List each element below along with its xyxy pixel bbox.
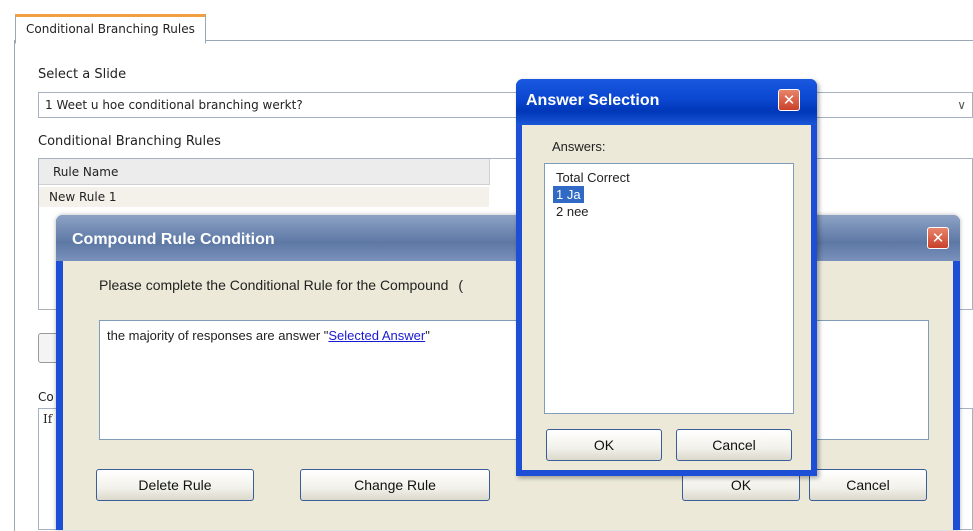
- compound-prompt-text: Please complete the Conditional Rule for…: [99, 277, 449, 293]
- condition-text: If: [43, 412, 53, 426]
- selected-slide-value: 1 Weet u hoe conditional branching werkt…: [45, 98, 303, 112]
- answer-dialog-title: Answer Selection: [526, 92, 660, 109]
- delete-rule-button[interactable]: Delete Rule: [96, 469, 254, 501]
- answers-listbox[interactable]: Total Correct 1 Ja 2 nee: [544, 163, 794, 414]
- condition-prefix: the majority of responses are answer ": [107, 328, 329, 343]
- compound-dialog-title: Compound Rule Condition: [72, 231, 275, 248]
- close-icon: ✕: [931, 229, 945, 247]
- column-divider: [489, 159, 490, 185]
- slide-select[interactable]: 1 Weet u hoe conditional branching werkt…: [38, 92, 973, 118]
- rules-label: Conditional Branching Rules: [38, 134, 221, 149]
- list-item-selected[interactable]: 1 Ja: [553, 186, 584, 203]
- close-icon: ✕: [782, 91, 796, 109]
- list-item[interactable]: 2 nee: [553, 203, 592, 220]
- change-rule-button[interactable]: Change Rule: [300, 469, 490, 501]
- answer-dialog-titlebar[interactable]: Answer Selection ✕: [516, 79, 817, 125]
- answer-dialog-body: Answers: Total Correct 1 Ja 2 nee OK Can…: [522, 125, 811, 470]
- compound-prompt-tail: (: [458, 277, 463, 293]
- chevron-down-icon[interactable]: ∨: [957, 93, 966, 117]
- compound-dialog-titlebar[interactable]: Compound Rule Condition ✕: [56, 215, 960, 261]
- column-header-rule-name[interactable]: Rule Name: [39, 159, 489, 185]
- compound-rule-dialog: Compound Rule Condition ✕ Please complet…: [56, 215, 960, 530]
- compound-dialog-body: Please complete the Conditional Rule for…: [63, 261, 953, 530]
- selected-answer-link[interactable]: Selected Answer: [328, 328, 425, 343]
- condition-label: Co: [38, 390, 54, 404]
- condition-suffix: ": [425, 328, 430, 343]
- answer-selection-dialog: Answer Selection ✕ Answers: Total Correc…: [516, 79, 817, 476]
- answer-cancel-button[interactable]: Cancel: [676, 429, 792, 461]
- answers-label: Answers:: [552, 139, 606, 154]
- list-item[interactable]: Total Correct: [553, 169, 633, 186]
- tab-conditional-branching-rules[interactable]: Conditional Branching Rules: [15, 14, 206, 44]
- select-slide-label: Select a Slide: [38, 67, 127, 82]
- answer-ok-button[interactable]: OK: [546, 429, 662, 461]
- table-row[interactable]: New Rule 1: [39, 187, 489, 207]
- answer-close-button[interactable]: ✕: [778, 89, 800, 111]
- cancel-button[interactable]: Cancel: [809, 469, 927, 501]
- compound-prompt: Please complete the Conditional Rule for…: [99, 277, 463, 293]
- compound-close-button[interactable]: ✕: [927, 227, 949, 249]
